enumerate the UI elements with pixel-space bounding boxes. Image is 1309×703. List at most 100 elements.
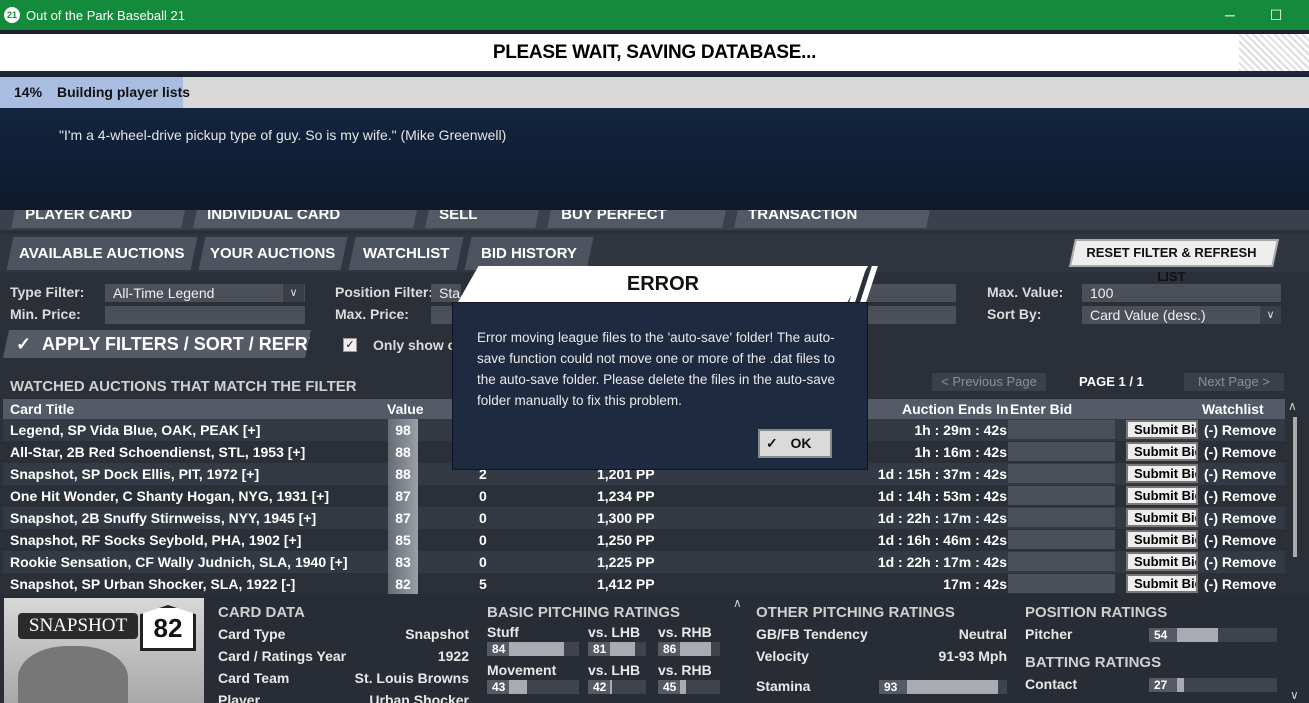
remove-from-watchlist[interactable]: (-) Remove	[1204, 444, 1276, 460]
min-value-input[interactable]	[866, 284, 956, 302]
max-value-input-left[interactable]	[866, 306, 956, 324]
rating-label: vs. RHB	[658, 662, 712, 678]
progress-percent: 14%	[14, 84, 43, 100]
card-year-value: 1922	[437, 648, 469, 664]
tab-individual-card-auctions[interactable]: INDIVIDUAL CARD AUCTIONS	[193, 210, 419, 228]
rating-label: Movement	[487, 662, 557, 678]
tab-your-auctions[interactable]: YOUR AUCTIONS	[198, 237, 348, 270]
enter-bid-input[interactable]	[1008, 530, 1115, 549]
gbfb-value: Neutral	[958, 626, 1007, 642]
maximize-icon[interactable]: ☐	[1253, 0, 1299, 30]
table-row[interactable]: Snapshot, SP Urban Shocker, SLA, 1922 [-…	[3, 573, 1285, 595]
minimize-icon[interactable]: ─	[1207, 0, 1253, 30]
submit-bid-button[interactable]: Submit Bid	[1126, 486, 1198, 505]
only-show-checkbox[interactable]: ✓	[343, 338, 357, 352]
previous-page-button[interactable]: < Previous Page	[932, 373, 1046, 391]
sort-by-select[interactable]: Card Value (desc.)	[1082, 306, 1281, 324]
remove-from-watchlist[interactable]: (-) Remove	[1204, 554, 1276, 570]
card-year-label: Card / Ratings Year	[218, 648, 347, 664]
remove-from-watchlist[interactable]: (-) Remove	[1204, 422, 1276, 438]
tab-watchlist[interactable]: WATCHLIST	[348, 237, 464, 270]
ok-button[interactable]: ✓ OK	[758, 429, 832, 458]
scrollbar-thumb[interactable]	[1293, 417, 1297, 557]
table-row[interactable]: Snapshot, 2B Snuffy Stirnweiss, NYY, 194…	[3, 507, 1285, 529]
card-title[interactable]: Snapshot, RF Socks Seybold, PHA, 1902 [+…	[10, 532, 301, 548]
submit-bid-button[interactable]: Submit Bid	[1126, 574, 1198, 593]
progress-bar: 14% Building player lists	[0, 77, 1309, 108]
loading-quote: "I'm a 4-wheel-drive pickup type of guy.…	[59, 127, 507, 143]
enter-bid-input[interactable]	[1008, 508, 1115, 527]
auction-ends: 1d : 14h : 53m : 42s	[877, 488, 1007, 504]
card-title[interactable]: Snapshot, 2B Snuffy Stirnweiss, NYY, 194…	[10, 510, 316, 526]
card-type-label: Card Type	[218, 626, 286, 642]
submit-bid-button[interactable]: Submit Bid	[1126, 442, 1198, 461]
remove-from-watchlist[interactable]: (-) Remove	[1204, 576, 1276, 592]
error-message: Error moving league files to the 'auto-s…	[477, 330, 835, 408]
card-title[interactable]: Snapshot, SP Dock Ellis, PIT, 1972 [+]	[10, 466, 259, 482]
bid-count: 5	[479, 576, 487, 592]
banner-pattern	[1239, 34, 1309, 71]
col-value[interactable]: Value	[387, 401, 424, 417]
submit-bid-button[interactable]: Submit Bid	[1126, 552, 1198, 571]
table-scrollbar[interactable]: ∧	[1288, 399, 1302, 559]
card-player-value: Urban Shocker	[369, 692, 469, 703]
scroll-down-icon[interactable]: ∨	[1290, 688, 1299, 702]
enter-bid-input[interactable]	[1008, 486, 1115, 505]
card-value: 83	[388, 551, 418, 573]
rating-value: 45	[658, 680, 680, 694]
tab-available-auctions[interactable]: AVAILABLE AUCTIONS	[6, 237, 198, 270]
remove-from-watchlist[interactable]: (-) Remove	[1204, 488, 1276, 504]
rating-value: 27	[1149, 678, 1177, 692]
max-value-label: Max. Value:	[987, 284, 1064, 300]
gbfb-label: GB/FB Tendency	[756, 626, 868, 642]
rating-label: vs. LHB	[588, 662, 641, 678]
enter-bid-input[interactable]	[1008, 420, 1115, 439]
max-value-input[interactable]: 100	[1082, 284, 1281, 302]
chevron-down-icon[interactable]: ∨	[1259, 306, 1281, 324]
enter-bid-input[interactable]	[1008, 552, 1115, 571]
apply-filters-button[interactable]: ✓ APPLY FILTERS / SORT / REFRESH	[3, 330, 311, 358]
card-title[interactable]: One Hit Wonder, C Shanty Hogan, NYG, 193…	[10, 488, 329, 504]
table-row[interactable]: Rookie Sensation, CF Wally Judnich, SLA,…	[3, 551, 1285, 573]
min-price-input[interactable]	[105, 306, 305, 324]
remove-from-watchlist[interactable]: (-) Remove	[1204, 510, 1276, 526]
card-title[interactable]: Snapshot, SP Urban Shocker, SLA, 1922 [-…	[10, 576, 295, 592]
submit-bid-button[interactable]: Submit Bid	[1126, 420, 1198, 439]
card-title[interactable]: Rookie Sensation, CF Wally Judnich, SLA,…	[10, 554, 348, 570]
enter-bid-input[interactable]	[1008, 464, 1115, 483]
next-page-button[interactable]: Next Page >	[1184, 373, 1284, 391]
auction-ends: 1d : 16h : 46m : 42s	[877, 532, 1007, 548]
window-title: Out of the Park Baseball 21	[26, 7, 185, 23]
app-logo-icon: 21	[4, 7, 20, 23]
col-auction-ends[interactable]: Auction Ends In	[902, 401, 1009, 417]
submit-bid-button[interactable]: Submit Bid	[1126, 464, 1198, 483]
remove-from-watchlist[interactable]: (-) Remove	[1204, 466, 1276, 482]
tab-buy-perfect-points[interactable]: BUY PERFECT POINTS	[547, 210, 728, 228]
table-row[interactable]: Snapshot, RF Socks Seybold, PHA, 1902 [+…	[3, 529, 1285, 551]
col-card-title[interactable]: Card Title	[10, 401, 74, 417]
type-filter-select[interactable]: All-Time Legend	[105, 284, 305, 302]
enter-bid-input[interactable]	[1008, 442, 1115, 461]
chevron-down-icon[interactable]: ∨	[282, 284, 304, 302]
remove-from-watchlist[interactable]: (-) Remove	[1204, 532, 1276, 548]
stamina-bar: 93	[879, 680, 1007, 694]
table-row[interactable]: One Hit Wonder, C Shanty Hogan, NYG, 193…	[3, 485, 1285, 507]
submit-bid-button[interactable]: Submit Bid	[1126, 508, 1198, 527]
card-title[interactable]: All-Star, 2B Red Schoendienst, STL, 1953…	[10, 444, 305, 460]
auction-ends: 1h : 16m : 42s	[914, 444, 1007, 460]
submit-bid-button[interactable]: Submit Bid	[1126, 530, 1198, 549]
card-rating-badge: 82	[140, 605, 196, 651]
tab-transaction-history[interactable]: TRANSACTION HISTORY	[734, 210, 932, 228]
scroll-up-icon[interactable]: ∧	[1288, 399, 1297, 413]
tab-player-card-packs[interactable]: PLAYER CARD PACKS	[11, 210, 187, 228]
reset-filter-button[interactable]: RESET FILTER & REFRESH LIST	[1069, 239, 1279, 284]
auction-ends: 17m : 42s	[943, 576, 1007, 592]
error-title: ERROR	[458, 266, 868, 302]
card-title[interactable]: Legend, SP Vida Blue, OAK, PEAK [+]	[10, 422, 260, 438]
tab-sell-cards[interactable]: SELL CARDS	[425, 210, 541, 228]
scroll-up-icon[interactable]: ∧	[733, 596, 742, 610]
enter-bid-input[interactable]	[1008, 574, 1115, 593]
current-price: 1,250 PP	[597, 532, 655, 548]
card-image[interactable]: SNAPSHOT 82	[4, 598, 204, 703]
velocity-label: Velocity	[756, 648, 809, 664]
